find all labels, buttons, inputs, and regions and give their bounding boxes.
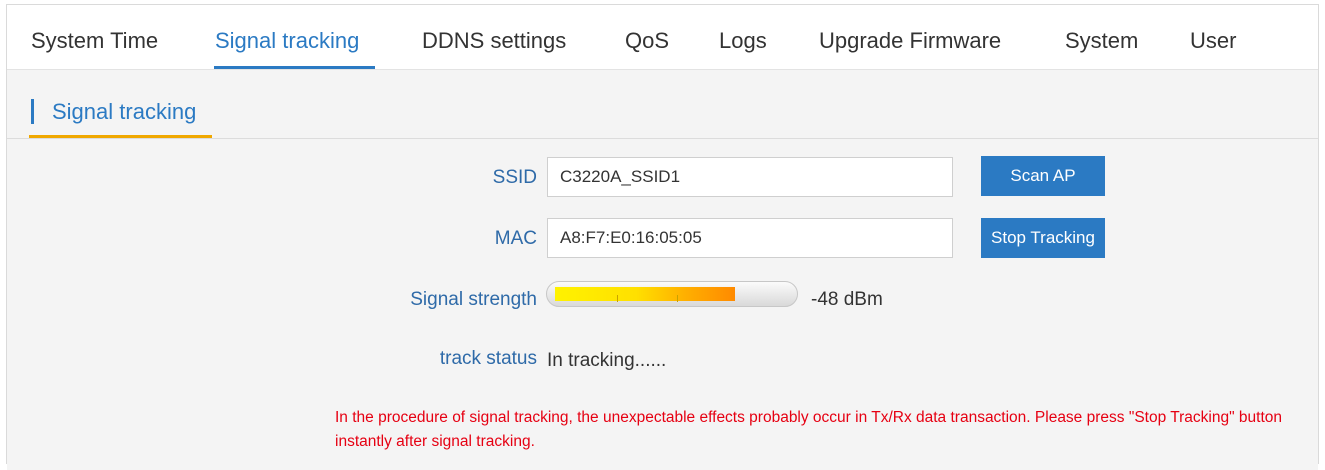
meter-tick [677, 295, 678, 302]
signal-strength-value: -48 dBm [811, 289, 883, 310]
signal-strength-fill [555, 287, 735, 301]
signal-strength-meter [546, 281, 798, 307]
tab-logs[interactable]: Logs [719, 27, 767, 55]
tab-system[interactable]: System [1065, 27, 1138, 55]
mac-label: MAC [494, 228, 537, 249]
track-status-value: In tracking...... [547, 350, 667, 371]
tab-bar: System Time Signal tracking DDNS setting… [7, 5, 1318, 70]
meter-tick [617, 295, 618, 302]
section-accent-bar [31, 99, 34, 124]
mac-input[interactable] [547, 218, 953, 258]
main-panel: System Time Signal tracking DDNS setting… [6, 4, 1319, 470]
tab-user[interactable]: User [1190, 27, 1236, 55]
tab-qos[interactable]: QoS [625, 27, 669, 55]
tab-system-time[interactable]: System Time [31, 27, 158, 55]
section-title-underline [29, 135, 212, 138]
tab-signal-tracking[interactable]: Signal tracking [215, 27, 359, 55]
tab-ddns-settings[interactable]: DDNS settings [422, 27, 566, 55]
ssid-label: SSID [492, 167, 537, 188]
stop-tracking-button[interactable]: Stop Tracking [981, 218, 1105, 258]
warning-message: In the procedure of signal tracking, the… [335, 409, 1282, 450]
ssid-input[interactable] [547, 157, 953, 197]
section-title: Signal tracking [52, 99, 197, 124]
section-header: Signal tracking [7, 70, 1318, 139]
signal-strength-label: Signal strength [410, 289, 537, 310]
content-area: Signal tracking SSID Scan AP MAC Stop Tr… [7, 70, 1318, 470]
scan-ap-button[interactable]: Scan AP [981, 156, 1105, 196]
track-status-label: track status [439, 348, 537, 369]
tab-upgrade-firmware[interactable]: Upgrade Firmware [819, 27, 1001, 55]
active-tab-indicator [214, 66, 375, 69]
